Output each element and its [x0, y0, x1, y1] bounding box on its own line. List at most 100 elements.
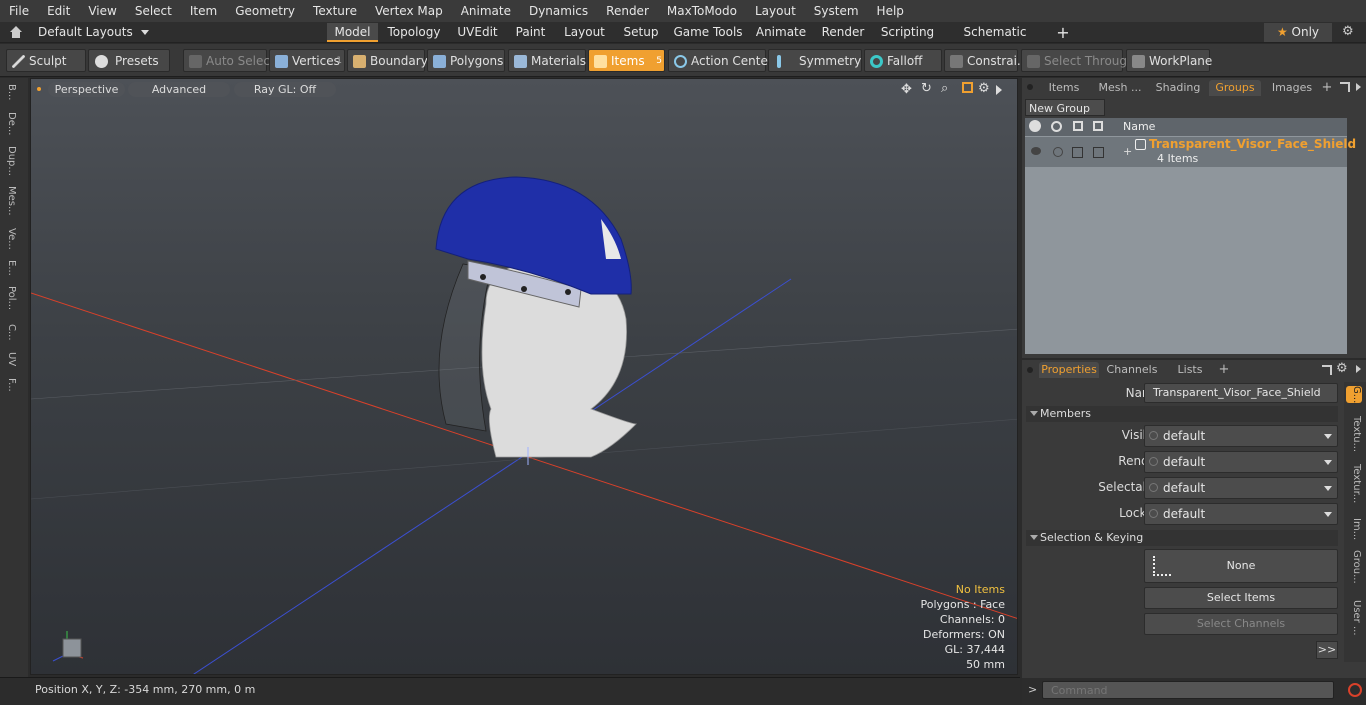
menu-help[interactable]: Help [868, 0, 913, 22]
strip-tab-vertex[interactable]: Ve... [6, 228, 17, 250]
select-channels-button[interactable]: Select Channels [1144, 613, 1338, 635]
menu-edit[interactable]: Edit [38, 0, 79, 22]
members-section-header[interactable]: Members [1026, 406, 1338, 422]
side-tab-group[interactable]: G... [1346, 386, 1362, 404]
materials-button[interactable]: Materials [508, 49, 586, 72]
action-center-button[interactable]: Action Center [668, 49, 773, 72]
strip-tab-basic[interactable]: B... [6, 84, 17, 100]
properties-arrow-icon[interactable] [1356, 365, 1361, 373]
tab-render[interactable]: Render [815, 23, 871, 42]
menu-dynamics[interactable]: Dynamics [520, 0, 597, 22]
visible-keyframe-icon[interactable] [1149, 431, 1158, 440]
menu-view[interactable]: View [79, 0, 125, 22]
menu-geometry[interactable]: Geometry [226, 0, 304, 22]
menu-file[interactable]: File [0, 0, 38, 22]
row-eye-icon[interactable] [1031, 147, 1041, 155]
selectable-keyframe-icon[interactable] [1149, 483, 1158, 492]
3d-viewport[interactable]: Perspective Advanced Ray GL: Off ✥ ↻ ⌕ ⚙ [30, 78, 1018, 675]
strip-tab-curve[interactable]: C... [6, 324, 17, 341]
tab-schematic-fusion[interactable]: Schematic Fusion [944, 23, 1046, 58]
tab-images[interactable]: Images [1266, 80, 1318, 96]
auto-select-button[interactable]: Auto Select [183, 49, 275, 72]
strip-tab-edge[interactable]: E... [6, 260, 17, 276]
tab-game-tools[interactable]: Game Tools [669, 23, 747, 42]
panel-expand-icon[interactable] [1340, 82, 1350, 92]
symmetry-button[interactable]: Symmetry [768, 49, 862, 72]
panel-menu-dot[interactable] [1027, 84, 1033, 90]
expand-plus-icon[interactable]: + [1123, 145, 1132, 158]
tab-topology[interactable]: Topology [381, 23, 447, 42]
tab-groups[interactable]: Groups [1209, 80, 1261, 96]
tab-setup[interactable]: Setup [616, 23, 666, 42]
properties-expand-icon[interactable] [1322, 365, 1332, 375]
menu-system[interactable]: System [805, 0, 868, 22]
sculpt-button[interactable]: Sculpt [6, 49, 86, 72]
menu-item[interactable]: Item [181, 0, 226, 22]
add-panel-tab-button[interactable]: + [1321, 80, 1333, 96]
side-tab-group-2[interactable]: Grou... [1346, 550, 1362, 584]
menu-texture[interactable]: Texture [304, 0, 366, 22]
none-button[interactable]: None [1144, 549, 1338, 583]
select-icon[interactable] [1093, 121, 1103, 131]
strip-tab-mesh[interactable]: Mes... [6, 186, 17, 216]
tab-mesh[interactable]: Mesh ... [1092, 80, 1148, 96]
layout-preset-dropdown[interactable]: Default Layouts [38, 23, 149, 42]
locked-dropdown[interactable]: default [1144, 503, 1338, 525]
eye-icon[interactable] [1029, 120, 1041, 132]
presets-button[interactable]: Presets [88, 49, 170, 72]
properties-menu-dot[interactable] [1027, 367, 1033, 373]
tab-lists[interactable]: Lists [1166, 362, 1214, 378]
strip-tab-polygon[interactable]: Pol... [6, 286, 17, 310]
locked-keyframe-icon[interactable] [1149, 509, 1158, 518]
panel-arrow-icon[interactable] [1356, 83, 1361, 91]
properties-gear-icon[interactable]: ⚙ [1336, 361, 1348, 376]
side-tab-texture-2[interactable]: Textur... [1346, 464, 1362, 503]
selection-keying-section-header[interactable]: Selection & Keying [1026, 530, 1338, 546]
gear-icon[interactable]: ⚙ [1342, 24, 1354, 39]
render-dropdown[interactable]: default [1144, 451, 1338, 473]
menu-select[interactable]: Select [126, 0, 181, 22]
tab-layout[interactable]: Layout [556, 23, 613, 42]
add-tab-button[interactable]: + [1054, 23, 1072, 42]
group-row[interactable]: + Transparent_Visor_Face_Shield 4 Items [1025, 137, 1356, 167]
visible-dropdown[interactable]: default [1144, 425, 1338, 447]
falloff-button[interactable]: Falloff [864, 49, 942, 72]
menu-maxtomodo[interactable]: MaxToModo [658, 0, 746, 22]
menu-vertex-map[interactable]: Vertex Map [366, 0, 452, 22]
select-items-button[interactable]: Select Items [1144, 587, 1338, 609]
command-input[interactable] [1042, 681, 1334, 699]
only-toggle[interactable]: ★ Only [1264, 23, 1332, 42]
tab-items[interactable]: Items [1042, 80, 1086, 96]
select-through-button[interactable]: Select Through [1021, 49, 1135, 72]
render-keyframe-icon[interactable] [1149, 457, 1158, 466]
polygons-button[interactable]: Polygons [427, 49, 505, 72]
constraints-button[interactable]: Constrai... [944, 49, 1028, 72]
tab-animate[interactable]: Animate [750, 23, 812, 42]
side-tab-image[interactable]: Im... [1346, 518, 1362, 540]
tab-uvedit[interactable]: UVEdit [450, 23, 505, 42]
side-tab-texture[interactable]: Textu... [1346, 416, 1362, 452]
side-tab-user[interactable]: User ... [1346, 600, 1362, 636]
add-properties-tab-button[interactable]: + [1218, 362, 1230, 378]
tab-model[interactable]: Model [327, 23, 378, 42]
row-select-checkbox[interactable] [1093, 147, 1104, 158]
strip-tab-deform[interactable]: De... [6, 112, 17, 135]
render-icon[interactable] [1051, 121, 1062, 132]
strip-tab-fusion[interactable]: F... [6, 378, 17, 392]
row-render-icon[interactable] [1053, 147, 1063, 157]
workplane-button[interactable]: WorkPlane [1126, 49, 1212, 72]
strip-tab-duplicate[interactable]: Dup... [6, 146, 17, 176]
tab-paint[interactable]: Paint [508, 23, 553, 42]
tab-shading[interactable]: Shading [1152, 80, 1204, 96]
boundary-button[interactable]: Boundary [347, 49, 428, 72]
record-icon[interactable] [1348, 683, 1362, 697]
items-button[interactable]: Items 5 [588, 49, 665, 72]
row-lock-checkbox[interactable] [1072, 147, 1083, 158]
more-button[interactable]: >> [1316, 641, 1338, 659]
name-field[interactable]: Transparent_Visor_Face_Shield (3) [1144, 383, 1338, 417]
selectable-dropdown[interactable]: default [1144, 477, 1338, 499]
tab-scripting[interactable]: Scripting [874, 23, 941, 42]
menu-layout[interactable]: Layout [746, 0, 805, 22]
lock-icon[interactable] [1073, 121, 1083, 131]
new-group-button[interactable]: New Group [1025, 99, 1105, 116]
